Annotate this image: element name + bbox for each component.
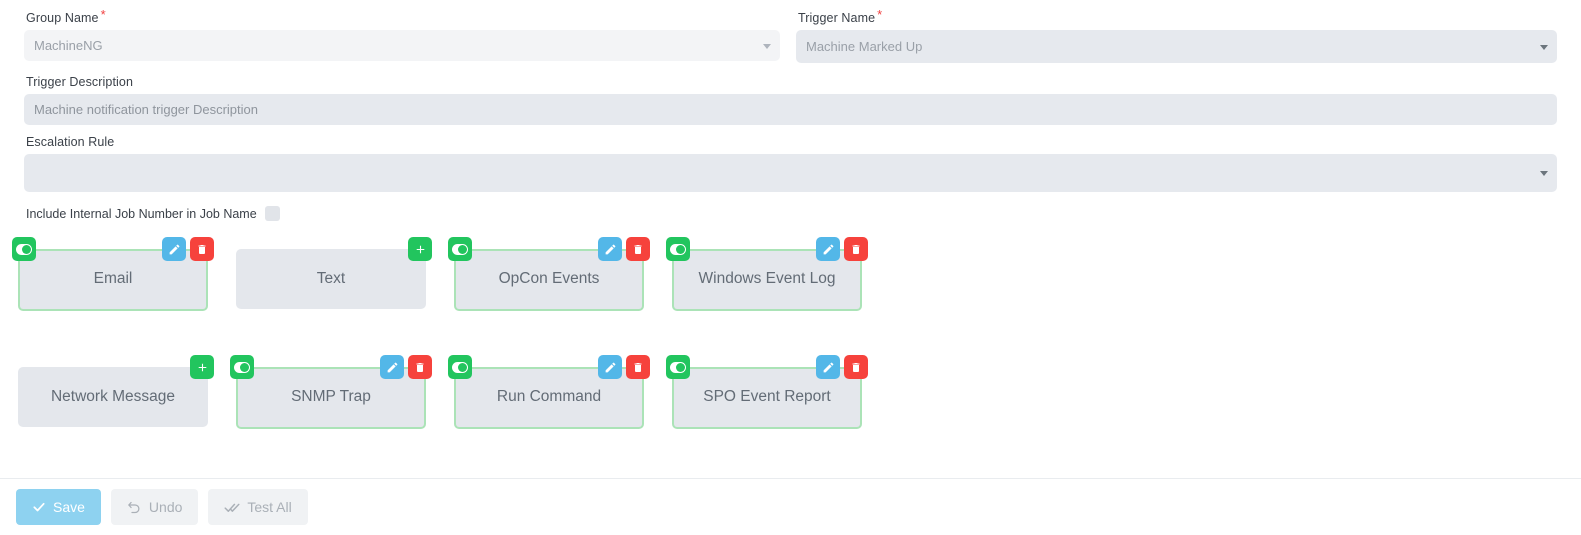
card-label: OpCon Events	[498, 270, 600, 287]
card-spo-event-report[interactable]: SPO Event Report	[666, 355, 868, 429]
card-windows-event-log[interactable]: Windows Event Log	[666, 237, 868, 311]
edit-icon[interactable]	[816, 237, 840, 261]
toggle-knob	[22, 244, 31, 254]
card-label: Text	[316, 270, 346, 287]
toggle-knob	[458, 362, 467, 372]
chevron-down-icon	[1540, 171, 1548, 176]
delete-icon[interactable]	[844, 355, 868, 379]
card-label: Email	[93, 270, 133, 287]
card-label-container: Network Message	[18, 367, 208, 427]
toggle-knob	[240, 362, 249, 372]
card-label: Network Message	[50, 388, 176, 405]
group-name-field: Group Name * MachineNG	[24, 7, 780, 63]
trigger-name-field: Trigger Name * Machine Marked Up	[796, 7, 1557, 63]
escalation-rule-select[interactable]	[24, 154, 1557, 192]
row-gap	[24, 125, 1557, 134]
name-fields-row: Group Name * MachineNG Trigger Name * Mach…	[24, 7, 1557, 63]
card-opcon-events[interactable]: OpCon Events	[448, 237, 650, 311]
toggle-pill	[670, 361, 686, 373]
escalation-rule-label: Escalation Rule	[26, 135, 115, 149]
add-icon[interactable]	[408, 237, 432, 261]
required-indicator: *	[877, 7, 883, 22]
card-run-command[interactable]: Run Command	[448, 355, 650, 429]
toggle-pill	[452, 361, 468, 373]
toggle-pill	[234, 361, 250, 373]
group-name-label: Group Name *	[26, 7, 780, 26]
add-icon[interactable]	[190, 355, 214, 379]
include-internal-job-number-row: Include Internal Job Number in Job Name	[26, 206, 1557, 221]
trigger-description-label: Trigger Description	[26, 75, 134, 89]
undo-button[interactable]: Undo	[110, 489, 199, 525]
test-all-button-label: Test All	[247, 499, 292, 515]
toggle-icon[interactable]	[666, 237, 690, 261]
row-gap	[24, 63, 1557, 74]
edit-icon[interactable]	[598, 355, 622, 379]
undo-button-label: Undo	[148, 499, 183, 515]
edit-icon[interactable]	[380, 355, 404, 379]
card-email[interactable]: Email	[12, 237, 214, 311]
trigger-name-label: Trigger Name *	[798, 7, 1557, 26]
delete-icon[interactable]	[626, 237, 650, 261]
card-label: SPO Event Report	[703, 388, 831, 405]
check-icon	[33, 502, 45, 512]
delete-icon[interactable]	[626, 355, 650, 379]
double-check-icon	[224, 503, 240, 512]
column-gap	[780, 10, 796, 63]
edit-icon[interactable]	[598, 237, 622, 261]
card-label-container: Text	[236, 249, 426, 309]
chevron-down-icon	[1540, 44, 1548, 50]
trigger-description-field: Trigger Description Machine notification…	[24, 74, 1557, 125]
toggle-pill	[16, 243, 32, 255]
group-name-select[interactable]: MachineNG	[24, 30, 780, 61]
toggle-icon[interactable]	[448, 355, 472, 379]
card-row-1: Email Text OpCon Events Windows Event Lo…	[12, 237, 1581, 329]
trigger-description-value: Machine notification trigger Description	[34, 102, 258, 117]
required-indicator: *	[100, 7, 106, 22]
trigger-name-label-text: Trigger Name	[798, 11, 876, 25]
test-all-button[interactable]: Test All	[208, 489, 308, 525]
card-snmp-trap[interactable]: SNMP Trap	[230, 355, 432, 429]
toggle-icon[interactable]	[230, 355, 254, 379]
toggle-icon[interactable]	[666, 355, 690, 379]
notification-cards: Email Text OpCon Events Windows Event Lo…	[0, 237, 1581, 447]
toggle-pill	[670, 243, 686, 255]
toggle-knob	[676, 244, 685, 254]
edit-icon[interactable]	[816, 355, 840, 379]
trigger-name-select[interactable]: Machine Marked Up	[796, 30, 1557, 63]
card-text[interactable]: Text	[236, 237, 432, 309]
trigger-form: Group Name * MachineNG Trigger Name * Mach…	[0, 0, 1581, 221]
card-label: Run Command	[496, 388, 602, 405]
undo-icon	[128, 501, 140, 513]
toggle-pill	[452, 243, 468, 255]
card-network-message[interactable]: Network Message	[18, 355, 214, 427]
delete-icon[interactable]	[844, 237, 868, 261]
delete-icon[interactable]	[190, 237, 214, 261]
form-footer: Save Undo Test All	[0, 478, 1581, 535]
save-button[interactable]: Save	[16, 489, 101, 525]
toggle-knob	[458, 244, 467, 254]
escalation-rule-field: Escalation Rule	[24, 134, 1557, 192]
include-internal-job-number-checkbox[interactable]	[264, 206, 280, 221]
edit-icon[interactable]	[162, 237, 186, 261]
chevron-down-icon	[763, 43, 771, 49]
card-label: Windows Event Log	[698, 270, 836, 287]
toggle-icon[interactable]	[12, 237, 36, 261]
trigger-description-input[interactable]: Machine notification trigger Description	[24, 94, 1557, 125]
card-label: SNMP Trap	[291, 388, 371, 405]
trigger-name-value: Machine Marked Up	[806, 39, 923, 54]
include-internal-job-number-label: Include Internal Job Number in Job Name	[26, 206, 257, 221]
save-button-label: Save	[53, 499, 85, 515]
toggle-knob	[676, 362, 685, 372]
group-name-label-text: Group Name	[26, 11, 99, 25]
delete-icon[interactable]	[408, 355, 432, 379]
card-row-2: Network Message SNMP Trap Run Command SP…	[18, 355, 1581, 447]
toggle-icon[interactable]	[448, 237, 472, 261]
group-name-value: MachineNG	[34, 38, 103, 53]
